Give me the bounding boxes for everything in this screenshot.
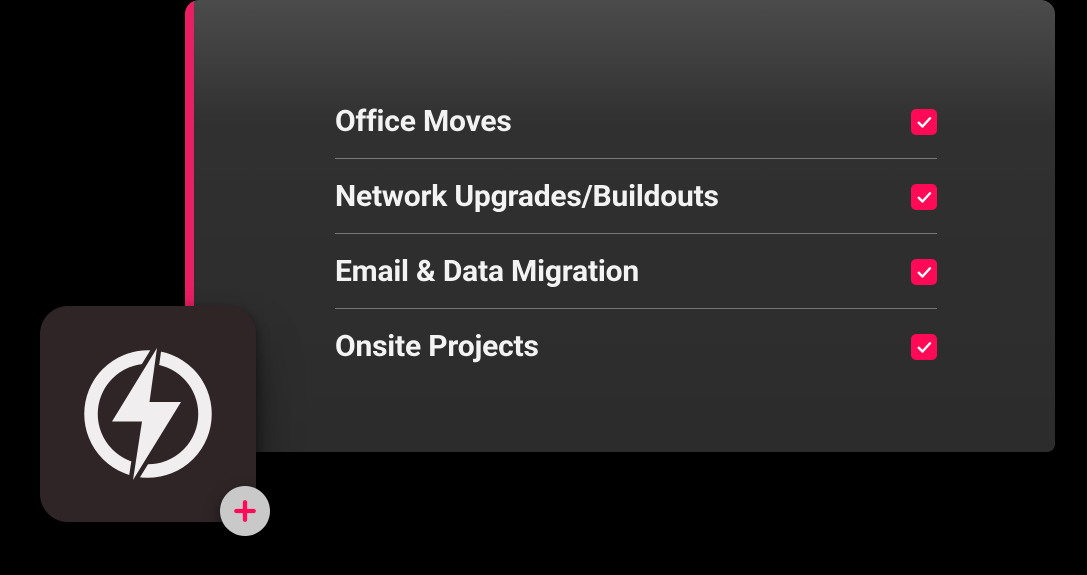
list-item-label: Office Moves — [335, 104, 512, 139]
checkmark-icon — [915, 113, 933, 131]
list-item: Onsite Projects — [335, 309, 937, 383]
checkmark-icon — [915, 263, 933, 281]
plus-icon — [232, 498, 258, 524]
list-item: Office Moves — [335, 84, 937, 159]
list-item: Email & Data Migration — [335, 234, 937, 309]
list-item-label: Onsite Projects — [335, 329, 539, 364]
power-badge — [40, 306, 256, 522]
services-panel: Office Moves Network Upgrades/Buildouts … — [185, 0, 1055, 452]
lightning-bolt-circle-icon — [73, 339, 223, 489]
checkmark-icon — [915, 188, 933, 206]
checkbox-office-moves[interactable] — [911, 109, 937, 135]
add-button[interactable] — [220, 486, 270, 536]
list-item-label: Network Upgrades/Buildouts — [335, 179, 719, 214]
checkbox-network-upgrades[interactable] — [911, 184, 937, 210]
checkbox-email-migration[interactable] — [911, 259, 937, 285]
services-list: Office Moves Network Upgrades/Buildouts … — [335, 84, 937, 383]
checkmark-icon — [915, 338, 933, 356]
list-item-label: Email & Data Migration — [335, 254, 639, 289]
list-item: Network Upgrades/Buildouts — [335, 159, 937, 234]
panel-accent-bar — [185, 0, 194, 310]
checkbox-onsite-projects[interactable] — [911, 334, 937, 360]
